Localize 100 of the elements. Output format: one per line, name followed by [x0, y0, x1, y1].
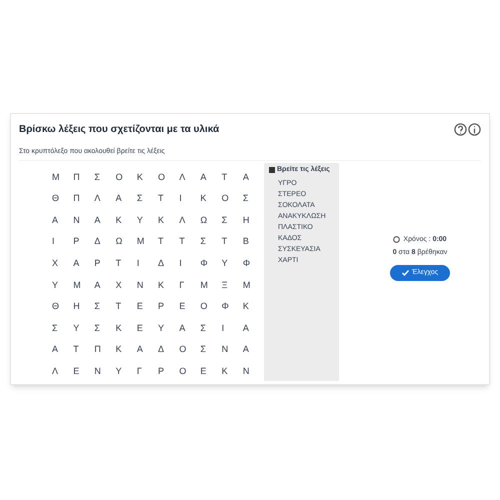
grid-letter[interactable]: Μ	[242, 278, 264, 292]
grid-letter[interactable]: Τ	[222, 235, 243, 249]
grid-letter[interactable]: Υ	[73, 322, 94, 336]
grid-letter[interactable]: Κ	[116, 214, 137, 228]
help-icon[interactable]	[454, 123, 467, 136]
grid-letter[interactable]: Κ	[158, 278, 180, 292]
grid-letter[interactable]: Φ	[242, 256, 264, 270]
grid-letter[interactable]: Φ	[222, 300, 243, 314]
grid-letter[interactable]: Λ	[179, 170, 200, 184]
grid-letter[interactable]: Τ	[158, 235, 180, 249]
grid-letter[interactable]: Α	[94, 278, 116, 292]
grid-letter[interactable]: Λ	[94, 192, 116, 206]
grid-letter[interactable]: Ρ	[158, 364, 180, 378]
grid-letter[interactable]: Σ	[200, 343, 222, 357]
grid-letter[interactable]: Υ	[158, 322, 180, 336]
grid-letter[interactable]: Σ	[222, 214, 243, 228]
grid-letter[interactable]: Η	[73, 300, 94, 314]
grid-letter[interactable]: Α	[52, 214, 74, 228]
grid-letter[interactable]: Ο	[179, 343, 200, 357]
grid-letter[interactable]: Σ	[200, 235, 222, 249]
grid-letter[interactable]: Τ	[116, 256, 137, 270]
grid-letter[interactable]: Ν	[94, 364, 116, 378]
grid-letter[interactable]: Μ	[73, 278, 94, 292]
grid-letter[interactable]: Ε	[136, 322, 158, 336]
grid-letter[interactable]: Σ	[200, 322, 222, 336]
grid-letter[interactable]: Π	[94, 343, 116, 357]
grid-letter[interactable]: Τ	[222, 170, 243, 184]
grid-letter[interactable]: Τ	[116, 300, 137, 314]
grid-letter[interactable]: Κ	[222, 364, 243, 378]
grid-letter[interactable]: Ο	[179, 364, 200, 378]
grid-letter[interactable]: Α	[200, 170, 222, 184]
grid-letter[interactable]: Α	[52, 343, 74, 357]
grid-letter[interactable]: Β	[242, 235, 264, 249]
grid-letter[interactable]: Α	[73, 256, 94, 270]
grid-letter[interactable]: Θ	[52, 300, 74, 314]
grid-letter[interactable]: Υ	[52, 278, 74, 292]
grid-letter[interactable]: Ω	[116, 235, 137, 249]
grid-letter[interactable]: Ε	[73, 364, 94, 378]
grid-letter[interactable]: Α	[179, 322, 200, 336]
grid-letter[interactable]: Ε	[179, 300, 200, 314]
grid-letter[interactable]: Υ	[136, 214, 158, 228]
grid-letter[interactable]: Α	[242, 170, 264, 184]
grid-letter[interactable]: Σ	[94, 170, 116, 184]
grid-letter[interactable]: Χ	[116, 278, 137, 292]
grid-letter[interactable]: Κ	[116, 343, 137, 357]
grid-letter[interactable]: Υ	[116, 364, 137, 378]
grid-letter[interactable]: Ι	[179, 256, 200, 270]
grid-letter[interactable]: Ρ	[73, 235, 94, 249]
grid-letter[interactable]: Δ	[158, 256, 180, 270]
grid-letter[interactable]: Α	[94, 214, 116, 228]
grid-letter[interactable]: Κ	[116, 322, 137, 336]
grid-letter[interactable]: Ρ	[94, 256, 116, 270]
grid-letter[interactable]: Μ	[136, 235, 158, 249]
grid-letter[interactable]: Ο	[158, 170, 180, 184]
grid-letter[interactable]: Ν	[242, 364, 264, 378]
grid-letter[interactable]: Σ	[136, 192, 158, 206]
grid-letter[interactable]: Ε	[200, 364, 222, 378]
grid-letter[interactable]: Φ	[200, 256, 222, 270]
grid-letter[interactable]: Μ	[52, 170, 74, 184]
grid-letter[interactable]: Ν	[136, 278, 158, 292]
grid-letter[interactable]: Α	[116, 192, 137, 206]
info-icon[interactable]	[468, 123, 481, 136]
grid-letter[interactable]: Α	[242, 343, 264, 357]
grid-letter[interactable]: Ν	[73, 214, 94, 228]
grid-letter[interactable]: Κ	[200, 192, 222, 206]
grid-letter[interactable]: Π	[73, 192, 94, 206]
grid-letter[interactable]: Σ	[242, 192, 264, 206]
grid-letter[interactable]: Μ	[200, 278, 222, 292]
grid-letter[interactable]: Λ	[52, 364, 74, 378]
grid-letter[interactable]: Ι	[222, 322, 243, 336]
grid-letter[interactable]: Ι	[136, 256, 158, 270]
grid-letter[interactable]: Σ	[94, 322, 116, 336]
grid-letter[interactable]: Ι	[52, 235, 74, 249]
grid-letter[interactable]: Θ	[52, 192, 74, 206]
grid-letter[interactable]: Σ	[52, 322, 74, 336]
grid-letter[interactable]: Τ	[73, 343, 94, 357]
grid-letter[interactable]: Ε	[136, 300, 158, 314]
grid-letter[interactable]: Κ	[136, 170, 158, 184]
grid-letter[interactable]: Σ	[94, 300, 116, 314]
grid-letter[interactable]: Υ	[222, 256, 243, 270]
grid-letter[interactable]: Ν	[222, 343, 243, 357]
grid-letter[interactable]: Ο	[116, 170, 137, 184]
grid-letter[interactable]: Δ	[158, 343, 180, 357]
grid-letter[interactable]: Κ	[158, 214, 180, 228]
grid-letter[interactable]: Ω	[200, 214, 222, 228]
grid-letter[interactable]: Ξ	[222, 278, 243, 292]
grid-letter[interactable]: Α	[136, 343, 158, 357]
grid-letter[interactable]: Γ	[136, 364, 158, 378]
grid-letter[interactable]: Η	[242, 214, 264, 228]
grid-letter[interactable]: Κ	[242, 300, 264, 314]
grid-letter[interactable]: Ι	[179, 192, 200, 206]
grid-letter[interactable]: Π	[73, 170, 94, 184]
grid-letter[interactable]: Ο	[200, 300, 222, 314]
grid-letter[interactable]: Λ	[179, 214, 200, 228]
grid-letter[interactable]: Ο	[222, 192, 243, 206]
grid-letter[interactable]: Α	[242, 322, 264, 336]
grid-letter[interactable]: Τ	[158, 192, 180, 206]
grid-letter[interactable]: Δ	[94, 235, 116, 249]
grid-letter[interactable]: Ρ	[158, 300, 180, 314]
grid-letter[interactable]: Χ	[52, 256, 74, 270]
